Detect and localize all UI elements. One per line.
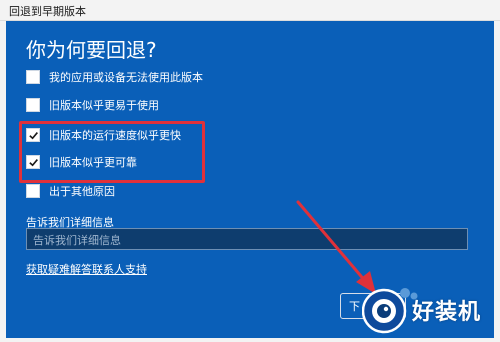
watermark-logo: 好装机 — [361, 282, 500, 338]
watermark-text: 好装机 — [412, 300, 482, 325]
robot-mascot-icon — [361, 288, 418, 334]
